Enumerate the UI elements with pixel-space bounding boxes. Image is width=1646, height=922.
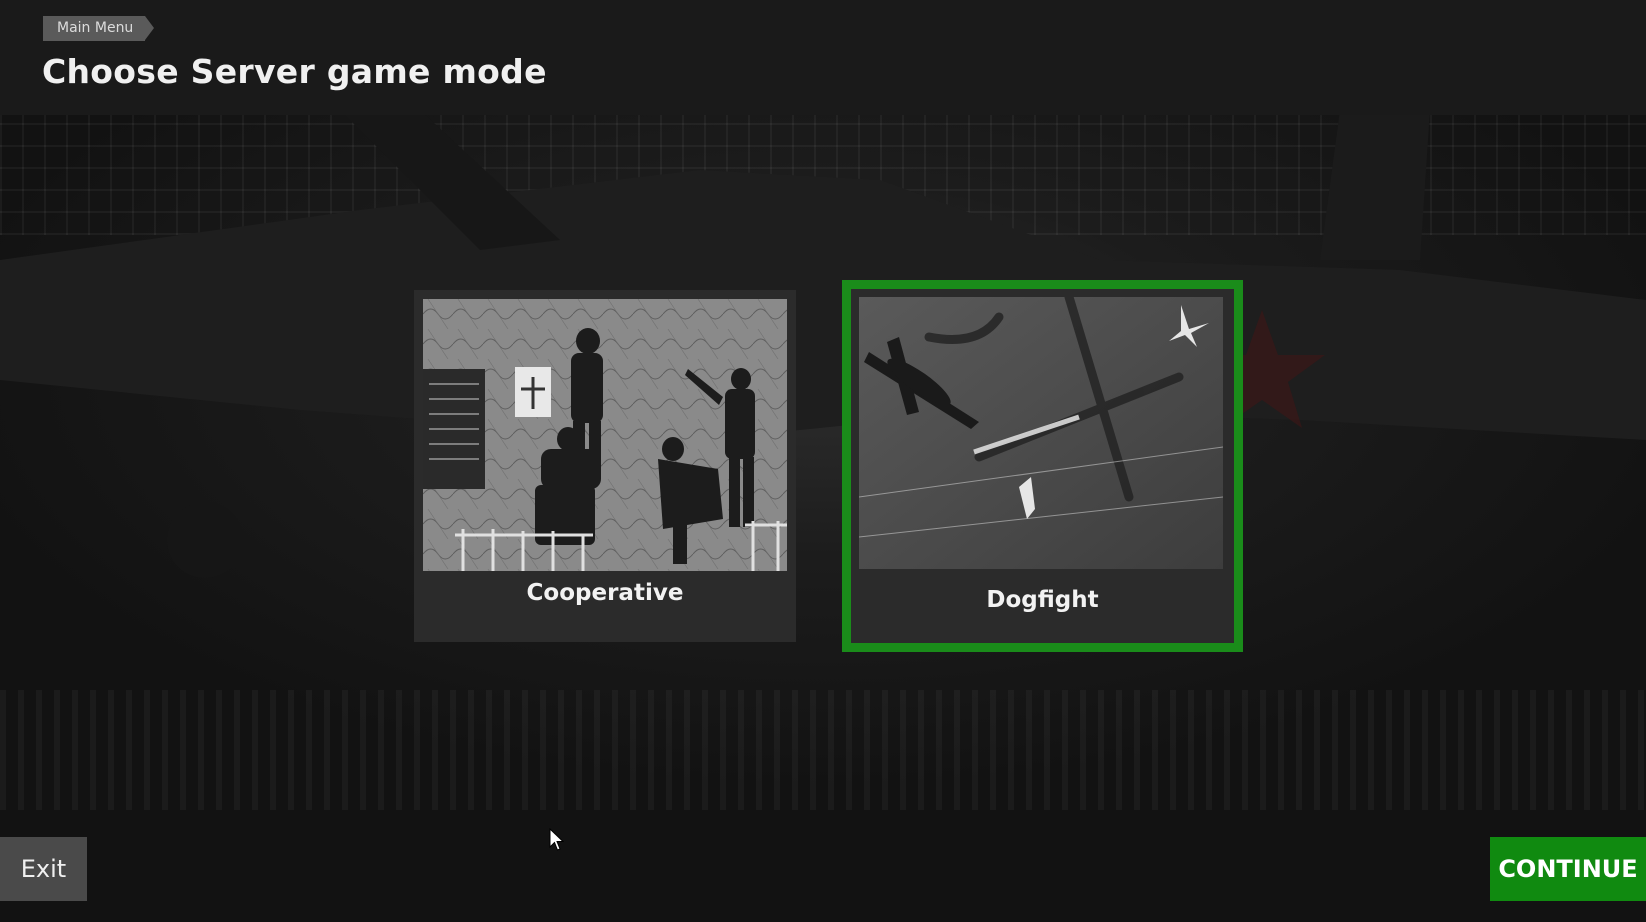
mouse-pointer-icon xyxy=(549,828,565,851)
mode-label-dogfight: Dogfight xyxy=(986,587,1099,613)
header-bar: Main Menu Choose Server game mode xyxy=(0,0,1646,115)
continue-button[interactable]: CONTINUE xyxy=(1490,837,1646,901)
breadcrumb-main-menu[interactable]: Main Menu xyxy=(43,16,155,41)
mode-card-dogfight[interactable]: Dogfight xyxy=(842,280,1243,652)
game-mode-screen: Main Menu Choose Server game mode Cooper… xyxy=(0,0,1646,922)
map-room-photo xyxy=(423,299,787,571)
hangar-aircraft-silhouette xyxy=(0,110,1646,578)
aerial-dogfight-photo xyxy=(859,297,1223,569)
page-title: Choose Server game mode xyxy=(42,52,547,91)
hangar-floor-markings xyxy=(0,690,1646,810)
mode-card-cooperative[interactable]: Cooperative xyxy=(414,290,796,642)
exit-button[interactable]: Exit xyxy=(0,837,87,901)
mode-label-cooperative: Cooperative xyxy=(526,580,684,606)
